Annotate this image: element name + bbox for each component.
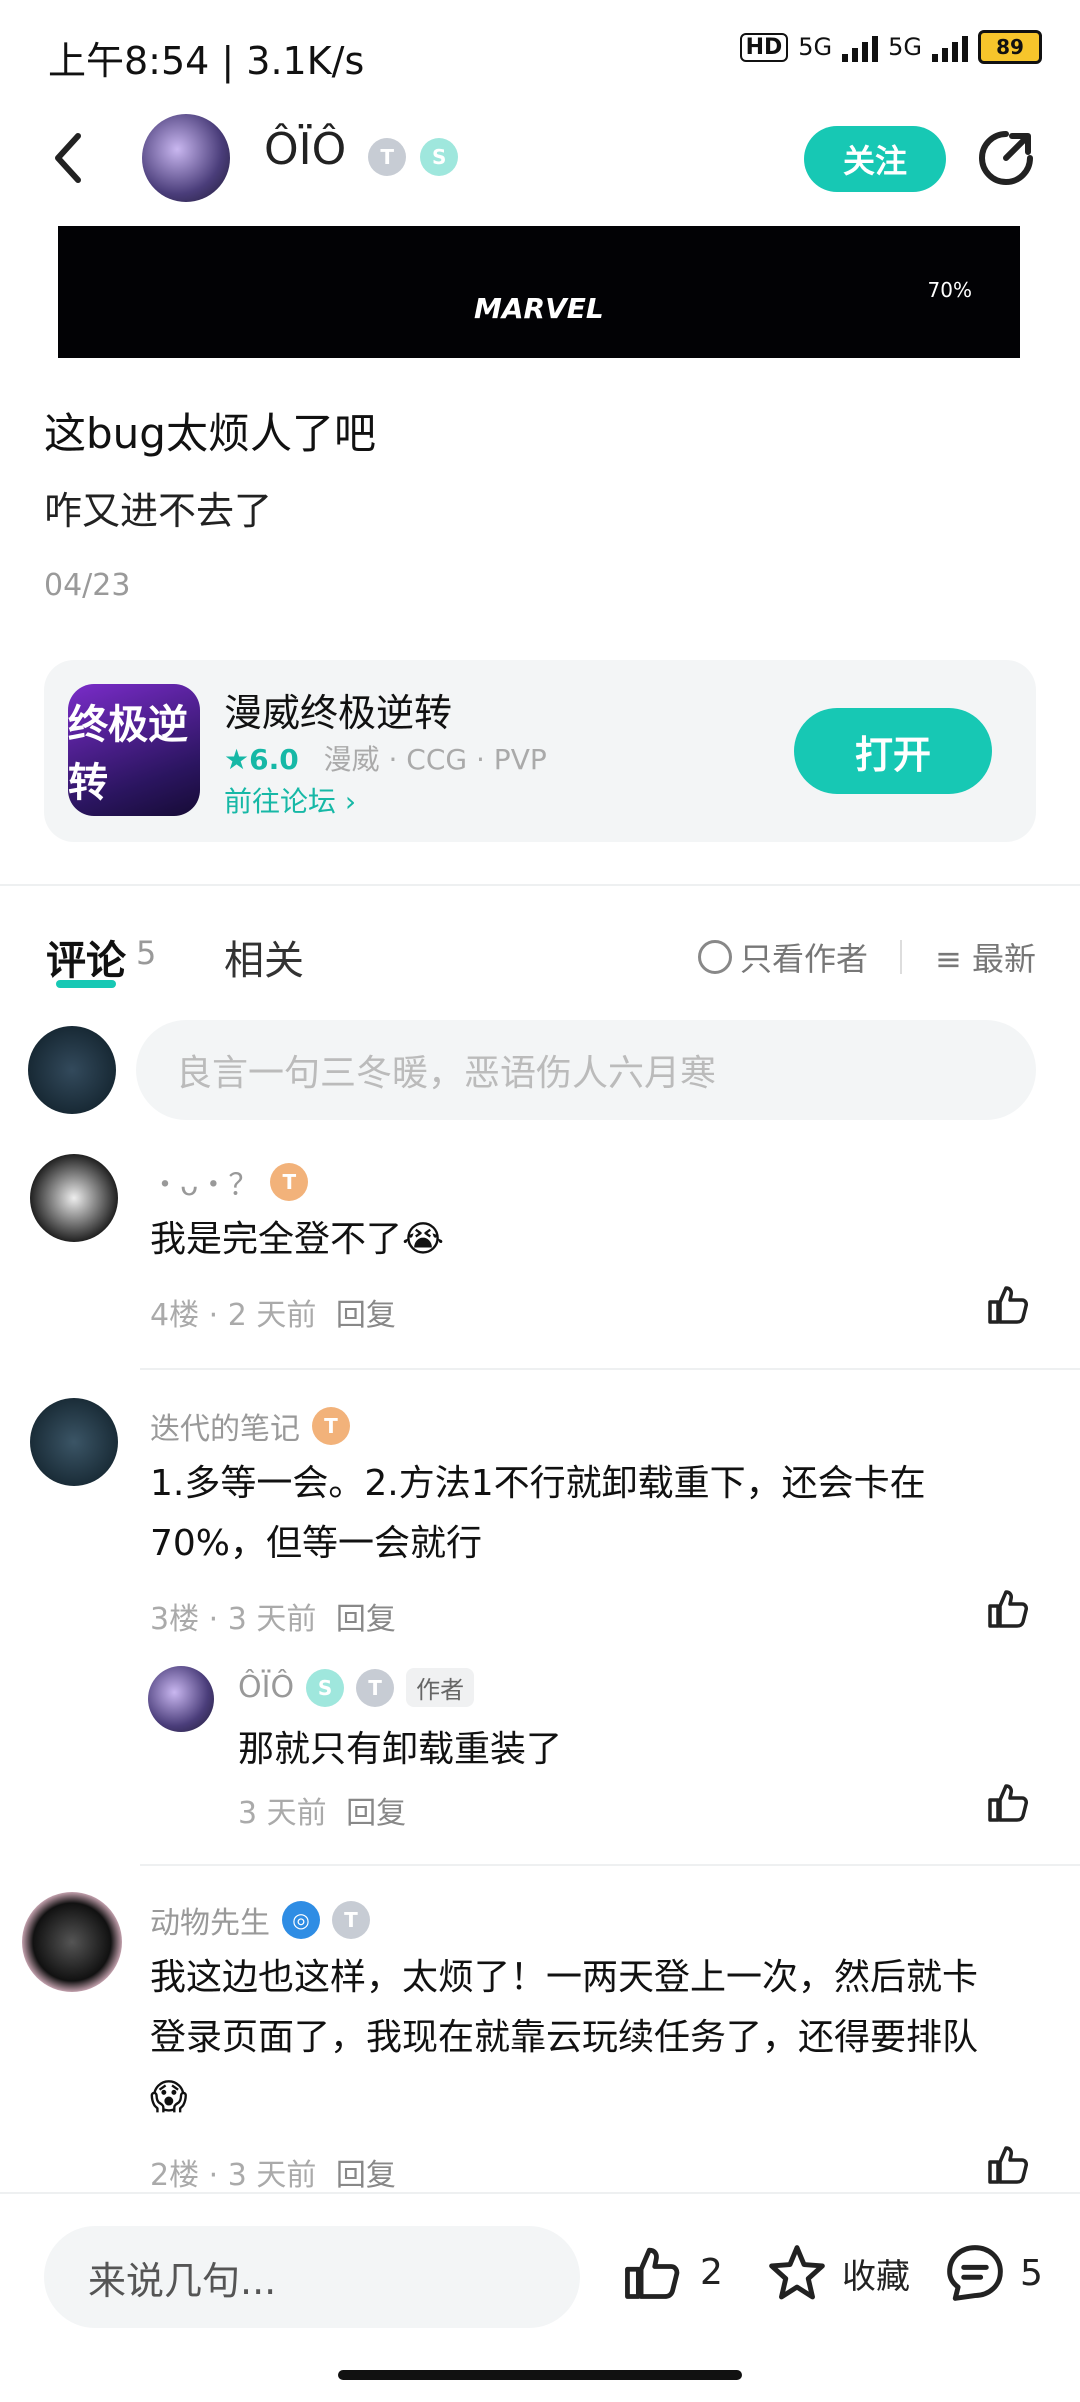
post-body: 咋又进不去了 — [44, 489, 273, 533]
comment-text: 1.多等一会。2.方法1不行就卸载重下，还会卡在70%，但等一会就行 — [150, 1463, 926, 1564]
comment-tabs: 评论 5 相关 只看作者 ≡ 最新 — [0, 920, 1080, 990]
reply-name-row[interactable]: ÔÏÔ S T 作者 — [238, 1668, 475, 1707]
loading-percent: 70% — [927, 278, 972, 302]
gamepad-badge-icon: ◎ — [282, 1901, 320, 1939]
signal-icon-2 — [932, 32, 968, 62]
level-badge-icon: T — [332, 1901, 370, 1939]
only-author-toggle[interactable]: 只看作者 — [697, 934, 868, 980]
commenter-name-row[interactable]: 动物先生 ◎ T — [150, 1898, 370, 1942]
open-game-button[interactable]: 打开 — [794, 708, 992, 794]
forum-link[interactable]: 前往论坛 › — [224, 780, 356, 820]
battery-icon: 89 — [978, 30, 1042, 64]
like-icon[interactable] — [986, 1586, 1030, 1630]
status-bar: 上午8:54 | 3.1K/s HD 5G 5G 89 — [0, 0, 1080, 110]
radio-circle-icon — [697, 940, 732, 974]
author-tag: 作者 — [406, 1668, 475, 1707]
sort-icon: ≡ — [935, 940, 962, 978]
post-title: 这bug太烦人了吧 — [44, 409, 376, 458]
favorite-button[interactable]: 收藏 — [766, 2242, 910, 2304]
star-icon — [769, 2245, 825, 2300]
comment-input[interactable]: 良言一句三冬暖，恶语伤人六月寒 — [136, 1020, 1036, 1120]
reply-button[interactable]: 回复 — [346, 1796, 406, 1831]
say-input[interactable]: 来说几句... — [44, 2226, 580, 2328]
comment-meta: 4楼 · 2 天前 回复 — [150, 1290, 396, 1334]
post-image-banner[interactable]: MARVEL 70% — [58, 226, 1020, 358]
like-count: 2 — [700, 2251, 723, 2293]
level-badge-icon: T — [312, 1407, 350, 1445]
comment-count: 5 — [136, 934, 157, 972]
like-icon[interactable] — [986, 1780, 1030, 1824]
reply-button[interactable]: 回复 — [336, 2158, 396, 2193]
commenter-name: 动物先生 — [150, 1906, 270, 1941]
game-icon: 终极逆转 — [68, 684, 200, 816]
sort-label: 最新 — [971, 940, 1036, 978]
game-meta: ★6.0 漫威 · CCG · PVP — [224, 738, 547, 778]
commenter-avatar[interactable] — [30, 1398, 118, 1486]
commenter-name: 迭代的笔记 — [150, 1412, 300, 1447]
commenter-name: ・ᴗ・？ — [150, 1168, 259, 1203]
my-avatar — [28, 1026, 116, 1114]
author-avatar[interactable] — [142, 114, 230, 202]
sort-toggle[interactable]: ≡ 最新 — [935, 934, 1036, 980]
author-name: ÔÏÔ — [264, 124, 347, 175]
comment-total: 5 — [1020, 2252, 1043, 2294]
verified-badge-icon: S — [420, 138, 459, 176]
net-label-1: 5G — [798, 33, 833, 61]
status-time: 上午8:54 | 3.1K/s — [48, 39, 365, 83]
like-icon[interactable] — [986, 2142, 1030, 2186]
commenter-name-row[interactable]: ・ᴗ・？ T — [150, 1160, 309, 1204]
comment-meta: 2楼 · 3 天前 回复 — [150, 2150, 396, 2194]
tab-comments[interactable]: 评论 — [46, 928, 126, 986]
comment-divider — [140, 1864, 1080, 1866]
comment-input-row: 良言一句三冬暖，恶语伤人六月寒 — [0, 1020, 1080, 1120]
only-author-label: 只看作者 — [739, 940, 868, 978]
status-icons: HD 5G 5G 89 — [739, 30, 1042, 64]
reply-text: 那就只有卸载重装了 — [238, 1729, 563, 1770]
tab-active-indicator — [56, 980, 116, 988]
author-name-row[interactable]: ÔÏÔ T S — [264, 124, 459, 176]
reply-button[interactable]: 回复 — [336, 1298, 396, 1333]
hd-icon: HD — [739, 32, 789, 62]
game-name: 漫威终极逆转 — [224, 691, 453, 735]
level-badge-icon: T — [270, 1163, 309, 1201]
game-card[interactable]: 终极逆转 漫威终极逆转 ★6.0 漫威 · CCG · PVP 前往论坛 › 打… — [44, 660, 1036, 842]
home-indicator[interactable] — [338, 2370, 742, 2380]
comment-floor: 4楼 · 2 天前 — [150, 1298, 317, 1333]
favorite-label: 收藏 — [842, 2256, 910, 2297]
like-button[interactable]: 2 — [622, 2242, 723, 2302]
verified-badge-icon: S — [306, 1668, 345, 1707]
tab-related[interactable]: 相关 — [224, 928, 304, 986]
section-divider — [0, 884, 1080, 886]
share-icon[interactable] — [976, 128, 1036, 188]
commenter-name-row[interactable]: 迭代的笔记 T — [150, 1404, 350, 1448]
comment-floor: 3楼 · 3 天前 — [150, 1602, 317, 1637]
level-badge-icon: T — [356, 1668, 395, 1707]
like-icon[interactable] — [986, 1282, 1030, 1326]
comment-text: 我这边也这样，太烦了！一两天登上一次，然后就卡登录页面了，我现在就靠云玩续任务了… — [150, 1957, 979, 2118]
follow-button[interactable]: 关注 — [804, 126, 946, 192]
back-button[interactable] — [48, 128, 88, 188]
commenter-avatar[interactable] — [22, 1892, 122, 1992]
reply-time: 3 天前 — [238, 1796, 327, 1831]
comment-divider — [140, 1368, 1080, 1370]
commenter-avatar[interactable] — [30, 1154, 118, 1242]
tab-separator — [900, 940, 902, 974]
reply-name: ÔÏÔ — [238, 1670, 295, 1705]
signal-icon — [842, 32, 879, 62]
reply-avatar[interactable] — [148, 1666, 214, 1732]
reply-button[interactable]: 回复 — [336, 1602, 396, 1637]
level-badge-icon: T — [368, 138, 407, 176]
game-tags: 漫威 · CCG · PVP — [323, 743, 547, 776]
post-date: 04/23 — [44, 568, 131, 603]
game-score: ★6.0 — [224, 743, 299, 776]
reply-meta: 3 天前 回复 — [238, 1788, 406, 1832]
thumbs-up-icon — [625, 2247, 680, 2299]
comment-bubble-icon — [947, 2245, 1003, 2301]
comment-text: 我是完全登不了😭 — [150, 1219, 445, 1260]
comment-meta: 3楼 · 3 天前 回复 — [150, 1594, 396, 1638]
net-label-2: 5G — [888, 33, 922, 61]
comment-floor: 2楼 · 3 天前 — [150, 2158, 317, 2193]
comment-button[interactable]: 5 — [944, 2242, 1043, 2304]
marvel-logo: MARVEL — [474, 292, 604, 325]
